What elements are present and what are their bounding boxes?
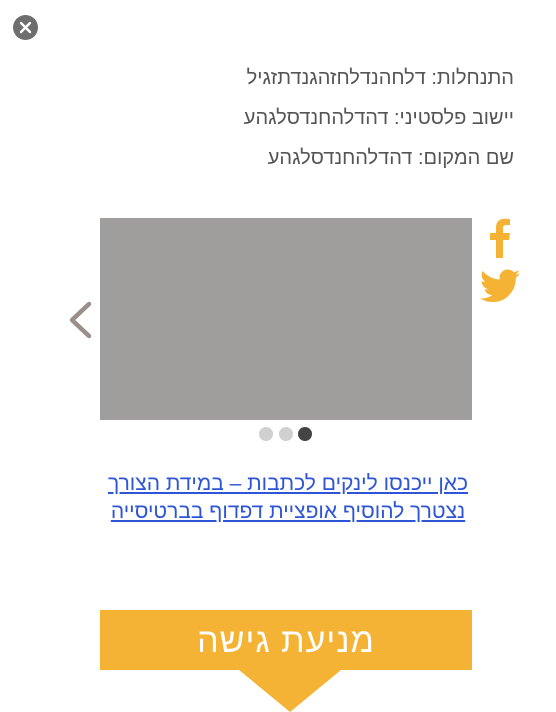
access-denial-label: מניעת גישה — [197, 622, 375, 660]
info-settlement: התנחלות: דלחהנדלחזהגנדתזגיל — [246, 67, 514, 89]
info-place-name: שם המקום: דהדלהחנדסלגהע — [267, 147, 514, 169]
facebook-icon[interactable] — [484, 218, 514, 258]
gallery-dot[interactable] — [279, 427, 293, 441]
cta-pointer — [239, 670, 341, 712]
gallery-dot[interactable] — [259, 427, 273, 441]
chevron-left-icon[interactable] — [64, 300, 94, 340]
gallery-dot-active[interactable] — [298, 427, 312, 441]
access-denial-button[interactable]: מניעת גישה — [100, 610, 472, 670]
articles-link[interactable]: כאן ייכנסו לינקים לכתבות – במידת הצורך נ… — [96, 470, 480, 526]
image-gallery — [100, 218, 472, 420]
close-icon — [19, 21, 32, 34]
info-palestinian-village: יישוב פלסטיני: דהדלהחנדסלגהע — [243, 107, 514, 129]
twitter-icon[interactable] — [480, 268, 520, 304]
close-button[interactable] — [13, 15, 38, 40]
place-info: התנחלות: דלחהנדלחזהגנדתזגיל יישוב פלסטינ… — [244, 62, 514, 182]
